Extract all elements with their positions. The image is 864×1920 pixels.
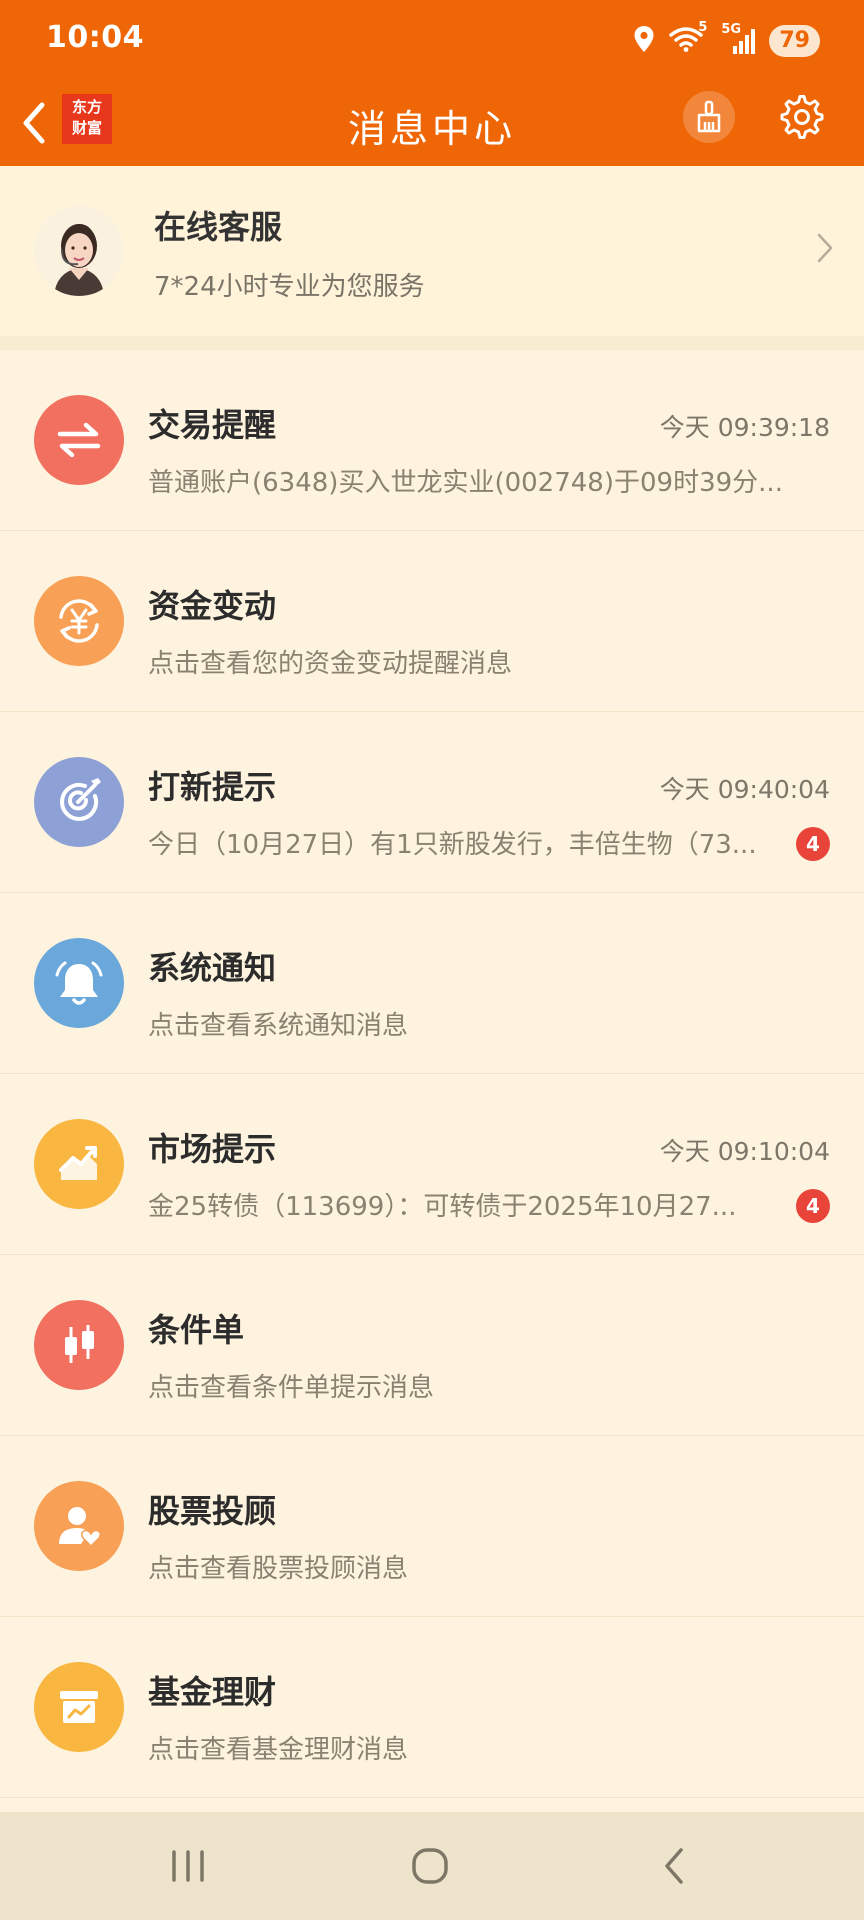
message-time: 今天 09:39:18 [659, 413, 830, 442]
message-title: 条件单 [148, 1311, 245, 1349]
service-avatar [34, 206, 124, 296]
status-bar: 10:04 5 5G 79 [0, 0, 864, 80]
message-title: 打新提示 [148, 768, 277, 806]
target-icon [34, 757, 124, 847]
message-item-ipo[interactable]: 打新提示 今天 09:40:04 今日（10月27日）有1只新股发行，丰倍生物（… [0, 712, 864, 893]
clear-messages-button[interactable] [683, 91, 735, 143]
message-title: 交易提醒 [148, 406, 277, 444]
agent-avatar-icon [34, 206, 124, 296]
message-preview: 点击查看您的资金变动提醒消息 [148, 649, 513, 679]
page-title: 消息中心 [347, 107, 516, 151]
message-list: 交易提醒 今天 09:39:18 普通账户(6348)买入世龙实业(002748… [0, 350, 864, 1798]
message-preview: 今日（10月27日）有1只新股发行，丰倍生物（73... [148, 830, 757, 860]
nav-bar: 东方 财富 消息中心 [0, 80, 864, 166]
gear-icon [780, 95, 824, 139]
message-time: 今天 09:40:04 [659, 775, 830, 804]
exchange-arrows-icon [34, 395, 124, 485]
message-title: 市场提示 [148, 1130, 277, 1168]
message-item-system[interactable]: 系统通知 点击查看系统通知消息 [0, 893, 864, 1074]
recents-button[interactable] [162, 1842, 214, 1890]
recents-icon [172, 1850, 204, 1882]
message-title: 股票投顾 [148, 1492, 277, 1530]
wifi-label: 5 [698, 20, 708, 35]
message-preview: 普通账户(6348)买入世龙实业(002748)于09时39分... [148, 468, 783, 498]
candlestick-icon [34, 1300, 124, 1390]
message-title: 资金变动 [148, 587, 277, 625]
online-service-card[interactable]: 在线客服 7*24小时专业为您服务 [0, 166, 864, 350]
chevron-right-icon [816, 232, 834, 268]
message-item-condition-order[interactable]: 条件单 点击查看条件单提示消息 [0, 1255, 864, 1436]
wifi-icon: 5 [669, 20, 707, 56]
message-preview: 点击查看基金理财消息 [148, 1735, 409, 1765]
back-system-icon [665, 1848, 683, 1884]
bell-icon [34, 938, 124, 1028]
message-item-market[interactable]: 市场提示 今天 09:10:04 金25转债（113699）：可转债于2025年… [0, 1074, 864, 1255]
home-button[interactable] [404, 1842, 456, 1890]
unread-badge: 4 [796, 1189, 830, 1223]
message-time: 今天 09:10:04 [659, 1137, 830, 1166]
advisor-icon [34, 1481, 124, 1571]
message-item-trade[interactable]: 交易提醒 今天 09:39:18 普通账户(6348)买入世龙实业(002748… [0, 350, 864, 531]
unread-badge: 4 [796, 827, 830, 861]
back-system-button[interactable] [648, 1842, 700, 1890]
message-preview: 点击查看条件单提示消息 [148, 1373, 435, 1403]
broom-icon [697, 100, 721, 133]
message-preview: 金25转债（113699）：可转债于2025年10月27... [148, 1192, 737, 1222]
yen-cycle-icon [34, 576, 124, 666]
message-item-advisor[interactable]: 股票投顾 点击查看股票投顾消息 [0, 1436, 864, 1617]
status-icons: 5 5G 79 [633, 20, 820, 60]
trend-chart-icon [34, 1119, 124, 1209]
message-preview: 点击查看股票投顾消息 [148, 1554, 409, 1584]
location-icon [633, 25, 655, 57]
home-icon [412, 1848, 448, 1884]
battery-indicator: 79 [769, 25, 820, 57]
message-title: 基金理财 [148, 1673, 277, 1711]
service-subtitle: 7*24小时专业为您服务 [154, 272, 425, 302]
message-title: 系统通知 [148, 949, 277, 987]
fund-box-icon [34, 1662, 124, 1752]
message-item-fund[interactable]: 基金理财 点击查看基金理财消息 [0, 1617, 864, 1798]
status-time: 10:04 [46, 20, 144, 55]
service-title: 在线客服 [154, 208, 283, 246]
settings-button[interactable] [773, 88, 831, 146]
message-preview: 点击查看系统通知消息 [148, 1011, 409, 1041]
message-item-funds[interactable]: 资金变动 点击查看您的资金变动提醒消息 [0, 531, 864, 712]
cellular-icon: 5G [721, 22, 756, 56]
system-navigation-bar [0, 1812, 864, 1920]
